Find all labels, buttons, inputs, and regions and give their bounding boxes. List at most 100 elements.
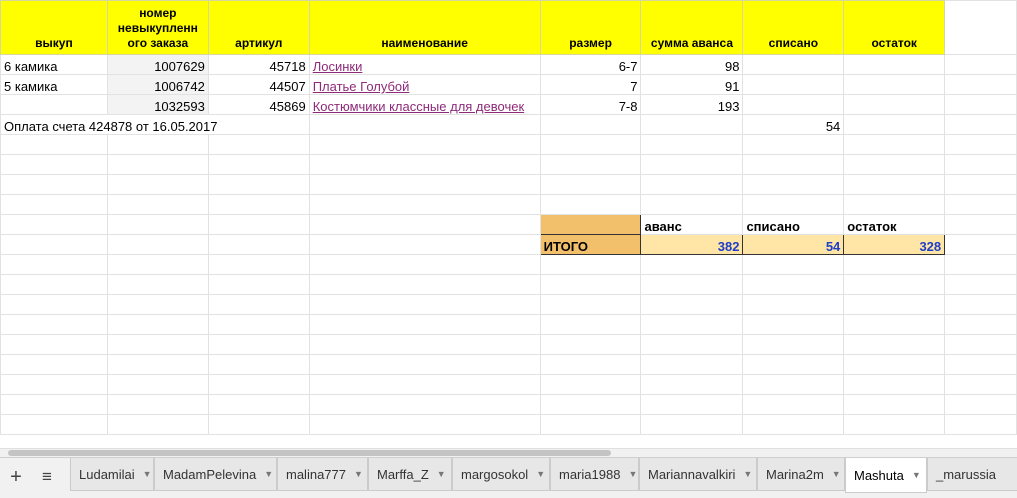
sheet-tab-label: malina777 <box>286 466 346 482</box>
sheet-tab[interactable]: malina777 ▼ <box>277 458 368 491</box>
tab-dropdown-icon[interactable]: ▼ <box>437 469 446 479</box>
cell-avans[interactable]: 98 <box>640 54 744 75</box>
header-cell[interactable]: артикул <box>207 0 310 55</box>
cell-order[interactable]: 1032593 <box>106 94 209 115</box>
table-row: 1032593 45869 Костюмчики классные для де… <box>0 94 1017 115</box>
tab-dropdown-icon[interactable]: ▼ <box>143 469 152 479</box>
table-row: 6 камика 1007629 45718 Лосинки 6-7 98 <box>0 54 1017 75</box>
tab-dropdown-icon[interactable]: ▼ <box>536 469 545 479</box>
summary-corner[interactable] <box>539 214 642 235</box>
empty-row <box>0 254 1017 275</box>
empty-row <box>0 174 1017 195</box>
empty-cell[interactable] <box>944 74 1017 95</box>
summary-header-avans[interactable]: аванс <box>640 214 744 235</box>
sheet-tab[interactable]: Marina2m ▼ <box>757 458 845 491</box>
empty-row <box>0 134 1017 155</box>
cell-article[interactable]: 44507 <box>207 74 310 95</box>
sheet-tab-active[interactable]: Mashuta ▼ <box>845 458 927 493</box>
empty-row <box>0 414 1017 435</box>
header-cell[interactable]: списано <box>742 0 845 55</box>
cell-article[interactable]: 45869 <box>207 94 310 115</box>
cell-size[interactable]: 7-8 <box>539 94 642 115</box>
tab-dropdown-icon[interactable]: ▼ <box>912 470 921 480</box>
summary-header-row: аванс списано остаток <box>0 214 1017 235</box>
empty-cell[interactable] <box>944 0 1017 55</box>
summary-total-spisano[interactable]: 54 <box>742 234 845 255</box>
summary-header-ostatok[interactable]: остаток <box>843 214 946 235</box>
cell-name-link[interactable]: Костюмчики классные для девочек <box>308 94 541 115</box>
sheet-tab[interactable]: Ludamilai ▼ <box>70 458 154 491</box>
all-sheets-menu-icon[interactable]: ≡ <box>34 462 60 492</box>
sheet-tab[interactable]: _marussia <box>927 458 1017 491</box>
cell-name-link[interactable]: Лосинки <box>308 54 541 75</box>
cell-ostatok[interactable] <box>843 54 946 75</box>
payment-note[interactable]: Оплата счета 424878 от 16.05.2017 <box>0 114 310 135</box>
empty-cell[interactable] <box>944 94 1017 115</box>
tab-dropdown-icon[interactable]: ▼ <box>832 469 841 479</box>
tab-dropdown-icon[interactable]: ▼ <box>628 469 637 479</box>
sheet-tab-bar: + ≡ Ludamilai ▼ MadamPelevina ▼ malina777 ▼… <box>0 457 1017 498</box>
table-row: 5 камика 1006742 44507 Платье Голубой 7 … <box>0 74 1017 95</box>
cell-spisano[interactable] <box>742 74 845 95</box>
sheet-tab[interactable]: maria1988 ▼ <box>550 458 639 491</box>
sheet-tab-label: Marina2m <box>766 466 824 482</box>
header-row: выкуп номер невыкупленн ого заказа артик… <box>0 0 1017 55</box>
empty-cell[interactable] <box>308 114 541 135</box>
summary-total-ostatok[interactable]: 328 <box>843 234 946 255</box>
sheet-tab-label: Marffa_Z <box>377 466 429 482</box>
cell-vykup[interactable]: 5 камика <box>0 74 108 95</box>
empty-cell[interactable] <box>944 54 1017 75</box>
empty-row <box>0 194 1017 215</box>
cell-ostatok[interactable] <box>843 74 946 95</box>
tab-dropdown-icon[interactable]: ▼ <box>743 469 752 479</box>
summary-label[interactable]: ИТОГО <box>539 234 642 255</box>
cell-name-link[interactable]: Платье Голубой <box>308 74 541 95</box>
sheet-tab-label: _marussia <box>936 466 996 482</box>
scrollbar-thumb[interactable] <box>8 450 611 456</box>
payment-spisano[interactable]: 54 <box>742 114 845 135</box>
empty-row <box>0 394 1017 415</box>
cell-spisano[interactable] <box>742 54 845 75</box>
empty-row <box>0 354 1017 375</box>
cell-vykup[interactable] <box>0 94 108 115</box>
header-cell[interactable]: размер <box>539 0 642 55</box>
cell-avans[interactable]: 91 <box>640 74 744 95</box>
cell-vykup[interactable]: 6 камика <box>0 54 108 75</box>
empty-row <box>0 334 1017 355</box>
sheet-tab[interactable]: Marffa_Z ▼ <box>368 458 452 491</box>
sheet-tab[interactable]: Mariannavalkiri ▼ <box>639 458 757 491</box>
tab-dropdown-icon[interactable]: ▼ <box>354 469 363 479</box>
sheet-tab[interactable]: MadamPelevina ▼ <box>154 458 277 491</box>
sheet-tab-label: maria1988 <box>559 466 621 482</box>
cell-avans[interactable]: 193 <box>640 94 744 115</box>
sheet-tab-label: Ludamilai <box>79 466 135 482</box>
sheet-tab-label: Mariannavalkiri <box>648 466 736 482</box>
cell-spisano[interactable] <box>742 94 845 115</box>
cell-order[interactable]: 1006742 <box>106 74 209 95</box>
header-cell[interactable]: наименование <box>308 0 541 55</box>
cell-size[interactable]: 6-7 <box>539 54 642 75</box>
summary-header-spisano[interactable]: списано <box>742 214 845 235</box>
empty-row <box>0 294 1017 315</box>
sheet-tab-label: Mashuta <box>854 467 904 483</box>
header-cell[interactable]: номер невыкупленн ого заказа <box>106 0 209 55</box>
cell-ostatok[interactable] <box>843 94 946 115</box>
header-cell[interactable]: выкуп <box>0 0 108 55</box>
cell-order[interactable]: 1007629 <box>106 54 209 75</box>
header-cell[interactable]: остаток <box>843 0 946 55</box>
add-sheet-icon[interactable]: + <box>3 462 29 492</box>
empty-cell[interactable] <box>944 114 1017 135</box>
cell-size[interactable]: 7 <box>539 74 642 95</box>
header-cell[interactable]: сумма аванса <box>640 0 744 55</box>
sheet-tab-label: MadamPelevina <box>163 466 257 482</box>
empty-cell[interactable] <box>640 114 744 135</box>
summary-total-avans[interactable]: 382 <box>640 234 744 255</box>
empty-cell[interactable] <box>843 114 946 135</box>
empty-row <box>0 314 1017 335</box>
cell-article[interactable]: 45718 <box>207 54 310 75</box>
horizontal-scrollbar[interactable] <box>0 448 1017 457</box>
sheet-tab[interactable]: margosokol ▼ <box>452 458 550 491</box>
empty-row <box>0 274 1017 295</box>
tab-dropdown-icon[interactable]: ▼ <box>264 469 273 479</box>
empty-cell[interactable] <box>539 114 642 135</box>
